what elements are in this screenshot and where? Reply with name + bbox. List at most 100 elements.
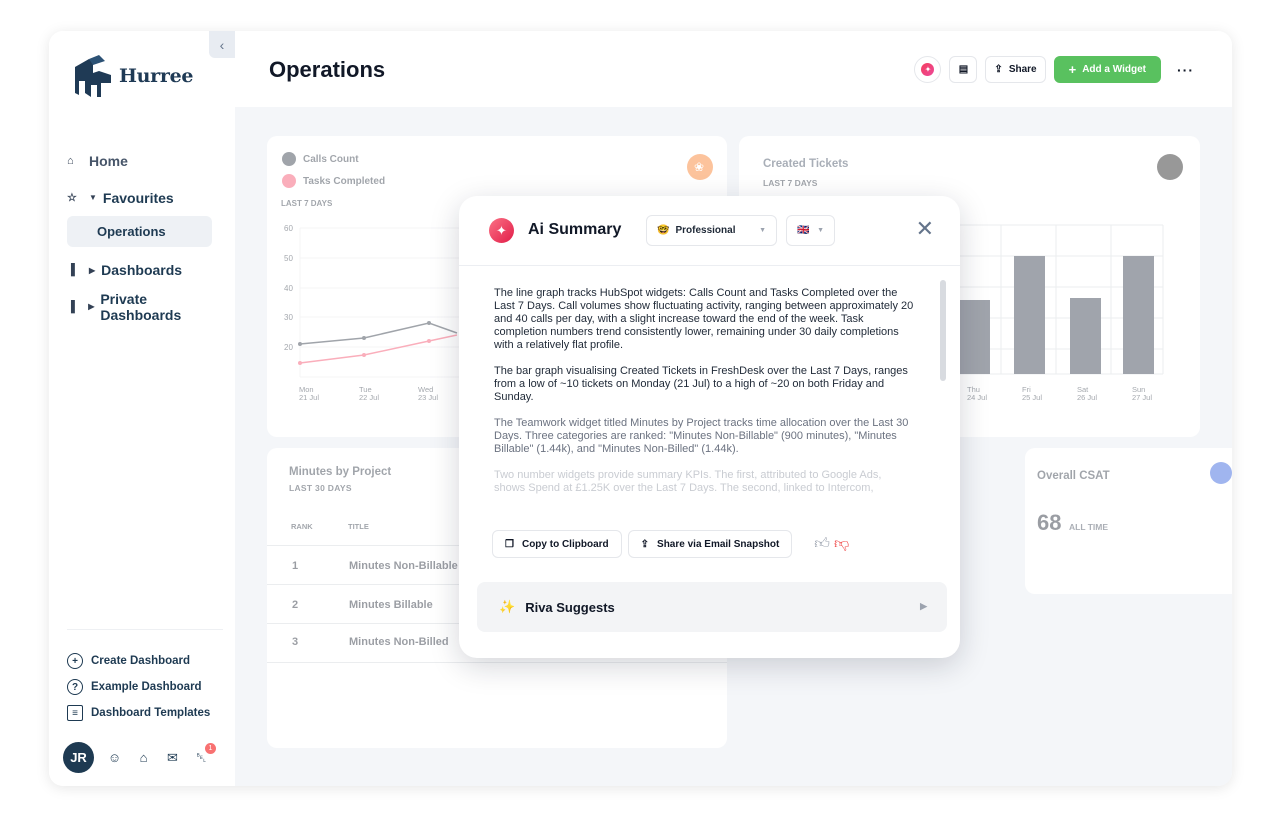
bar-widget-sub: LAST 7 DAYS xyxy=(763,178,818,188)
row-title: Minutes Billable xyxy=(349,599,433,611)
hurree-logo-icon xyxy=(75,55,111,97)
riva-label: Riva Suggests xyxy=(525,599,615,615)
row-rank: 2 xyxy=(292,599,299,611)
modal-header: ✦ Ai Summary 🤓 Professional ▼ 🇬🇧 ▼ ✕ xyxy=(459,196,960,266)
more-options-button[interactable]: ··· xyxy=(1177,62,1194,78)
chevron-down-icon: ▼ xyxy=(759,227,766,234)
csat-widget[interactable]: Overall CSAT 68 ALL TIME xyxy=(1025,448,1232,594)
bar-fri xyxy=(1014,256,1045,374)
sidebar-item-favourites[interactable]: ☆ ▼ Favourites xyxy=(67,180,227,216)
grid-lines xyxy=(299,227,467,378)
summary-paragraph: The bar graph visualising Created Ticket… xyxy=(494,365,908,403)
feedback: 👍︎ 👎︎ xyxy=(814,535,849,553)
users-icon[interactable]: ☺ xyxy=(106,749,123,766)
x-tick-date: 25 Jul xyxy=(1022,393,1042,402)
plus-circle-icon: + xyxy=(67,653,83,669)
bar-x-ticks: Thu 24 Jul Fri 25 Jul Sat 26 Jul Sun 27 … xyxy=(967,385,1152,402)
bar-widget-title: Created Tickets xyxy=(763,158,848,170)
sidebar-bottom-links: + Create Dashboard ? Example Dashboard ≡… xyxy=(67,629,223,726)
copy-icon: ❐ xyxy=(505,538,514,550)
share-icon: ⇪ xyxy=(994,64,1003,75)
line-widget-sub: LAST 7 DAYS xyxy=(281,199,333,208)
copy-label: Copy to Clipboard xyxy=(521,538,609,550)
row-rank: 3 xyxy=(292,636,299,648)
intercom-logo-icon xyxy=(1210,462,1232,484)
y-tick-40: 40 xyxy=(284,284,293,293)
thumbs-up-icon[interactable]: 👍︎ xyxy=(814,535,830,553)
x-tick-date: 21 Jul xyxy=(299,393,319,402)
tasks-point xyxy=(427,339,431,343)
page-title: Operations xyxy=(269,57,386,82)
modal-title: Ai Summary xyxy=(528,221,622,238)
graduation-cap-icon[interactable]: ⌂ xyxy=(135,749,152,766)
ai-summary-button[interactable]: ✦ xyxy=(914,56,942,83)
csat-sub: ALL TIME xyxy=(1069,522,1109,532)
sparkle-icon: ✦ xyxy=(489,218,514,243)
tone-value: Professional xyxy=(675,225,736,236)
sidebar-item-home[interactable]: ⌂ Home xyxy=(67,143,227,179)
add-widget-button[interactable]: + Add a Widget xyxy=(1053,56,1161,83)
tone-select[interactable]: 🤓 Professional ▼ xyxy=(646,215,777,246)
share-button[interactable]: ⇪ Share xyxy=(985,56,1046,83)
caret-right-icon: ▶ xyxy=(88,302,95,311)
close-icon[interactable]: ✕ xyxy=(916,218,934,240)
calls-point xyxy=(298,342,302,346)
sidebar-item-operations[interactable]: Operations xyxy=(67,216,212,247)
sidebar-item-private-dashboards[interactable]: ▐ ▶ Private Dashboards xyxy=(67,289,227,325)
scrollbar[interactable] xyxy=(940,280,946,381)
csat-value: 68 xyxy=(1037,510,1062,535)
legend-swatch-tasks xyxy=(282,174,296,188)
tasks-point xyxy=(298,361,302,365)
riva-suggests-panel[interactable]: ✨ Riva Suggests ▶ xyxy=(477,582,947,632)
y-tick-50: 50 xyxy=(284,254,293,263)
sidebar-item-label: Home xyxy=(89,153,128,169)
row-title: Minutes Non-Billable xyxy=(349,560,458,572)
sidebar: ‹ Hurree ⌂ Home ☆ ▼ Favourites Operation… xyxy=(49,31,235,786)
hubspot-glyph: ❀ xyxy=(694,160,704,174)
calls-point xyxy=(362,336,366,340)
link-label: Create Dashboard xyxy=(91,655,191,667)
thumbs-down-icon[interactable]: 👎︎ xyxy=(834,535,849,553)
logo[interactable]: Hurree xyxy=(71,53,193,99)
legend-swatch-calls xyxy=(282,152,296,166)
bar-sun xyxy=(1123,256,1154,374)
uk-flag-icon: 🇬🇧 xyxy=(797,225,810,236)
summary-text: The line graph tracks HubSpot widgets: C… xyxy=(494,287,914,501)
chat-icon[interactable]: ✉ xyxy=(164,749,181,766)
bar-thu xyxy=(960,300,990,374)
create-dashboard-link[interactable]: + Create Dashboard xyxy=(67,648,223,674)
bar-chart-icon: ▐ xyxy=(67,264,75,276)
link-label: Example Dashboard xyxy=(91,681,202,693)
language-select[interactable]: 🇬🇧 ▼ xyxy=(786,215,835,246)
tasks-point xyxy=(362,353,366,357)
row-title: Minutes Non-Billed xyxy=(349,636,449,648)
question-circle-icon: ? xyxy=(67,679,83,695)
caret-down-icon: ▼ xyxy=(89,193,97,202)
collapse-sidebar-button[interactable]: ‹ xyxy=(209,31,235,58)
plus-icon: + xyxy=(1068,62,1077,77)
private-chart-icon: ▐ xyxy=(67,300,75,313)
sidebar-nav: ⌂ Home ☆ ▼ Favourites Operations ▐ ▶ Das… xyxy=(67,143,227,325)
caret-right-icon: ▶ xyxy=(89,265,96,275)
y-tick-60: 60 xyxy=(284,224,293,233)
csat-widget-content: Overall CSAT 68 ALL TIME xyxy=(1025,448,1232,594)
legend-calls: Calls Count xyxy=(303,154,359,165)
avatar[interactable]: JR xyxy=(63,742,94,773)
x-tick-date: 23 Jul xyxy=(418,393,438,402)
calendar-button[interactable]: ▤ xyxy=(949,56,978,83)
chevron-right-icon: ▶ xyxy=(920,601,927,611)
copy-clipboard-button[interactable]: ❐ Copy to Clipboard xyxy=(492,530,622,558)
top-actions: ✦ ▤ ⇪ Share + Add a Widget ··· xyxy=(914,56,1194,83)
share-email-button[interactable]: ⇪ Share via Email Snapshot xyxy=(627,530,793,558)
sidebar-item-label: Dashboards xyxy=(101,262,183,278)
logo-text: Hurree xyxy=(119,65,194,87)
modal-actions: ❐ Copy to Clipboard ⇪ Share via Email Sn… xyxy=(492,530,849,558)
x-tick-date: 27 Jul xyxy=(1132,393,1152,402)
sidebar-item-dashboards[interactable]: ▐ ▶ Dashboards xyxy=(67,252,227,288)
x-tick-date: 22 Jul xyxy=(359,393,379,402)
dashboard-templates-link[interactable]: ≡ Dashboard Templates xyxy=(67,700,223,726)
calendar-icon: ▤ xyxy=(958,64,969,75)
bell-icon[interactable]: ␇ 1 xyxy=(193,743,216,766)
example-dashboard-link[interactable]: ? Example Dashboard xyxy=(67,674,223,700)
topbar: Operations ✦ ▤ ⇪ Share + Add a Widget ··… xyxy=(235,31,1232,107)
